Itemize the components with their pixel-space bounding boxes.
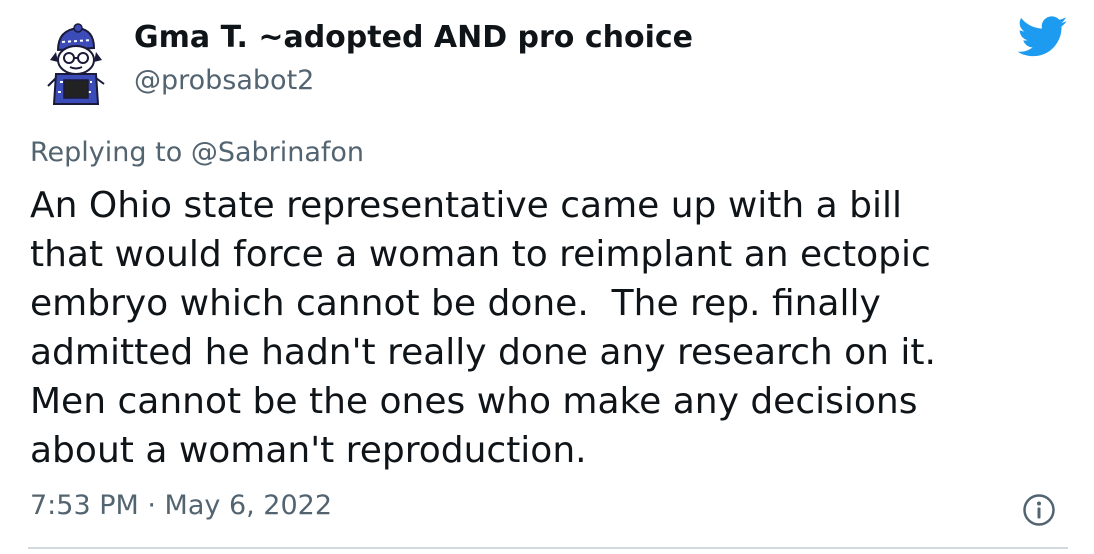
avatar[interactable]: [40, 22, 112, 106]
reply-prefix: Replying to: [30, 137, 183, 168]
divider: [28, 547, 1068, 549]
cartoon-character-avatar-icon: [47, 23, 105, 105]
tweet-text-line: admitted he hadn't really done any resea…: [30, 332, 936, 373]
tweet-text-line: that would force a woman to reimplant an…: [30, 234, 931, 275]
tweet-text: An Ohio state representative came up wit…: [30, 181, 1070, 475]
author-display-name[interactable]: Gma T. ~adopted AND pro choice: [134, 20, 693, 55]
tweet-card: Gma T. ~adopted AND pro choice @probsabo…: [0, 0, 1094, 554]
info-circle-icon[interactable]: [1022, 493, 1056, 527]
tweet-text-line: An Ohio state representative came up wit…: [30, 185, 903, 226]
tweet-text-line: about a woman't reproduction.: [30, 430, 587, 471]
reply-mention-link[interactable]: @Sabrinafon: [191, 137, 364, 168]
tweet-text-line: Men cannot be the ones who make any deci…: [30, 381, 918, 422]
author-handle[interactable]: @probsabot2: [134, 65, 314, 96]
reply-context: Replying to @Sabrinafon: [30, 137, 364, 168]
tweet-text-line: embryo which cannot be done. The rep. fi…: [30, 283, 881, 324]
tweet-timestamp[interactable]: 7:53 PM · May 6, 2022: [30, 490, 332, 521]
twitter-bird-icon[interactable]: [1017, 16, 1068, 58]
